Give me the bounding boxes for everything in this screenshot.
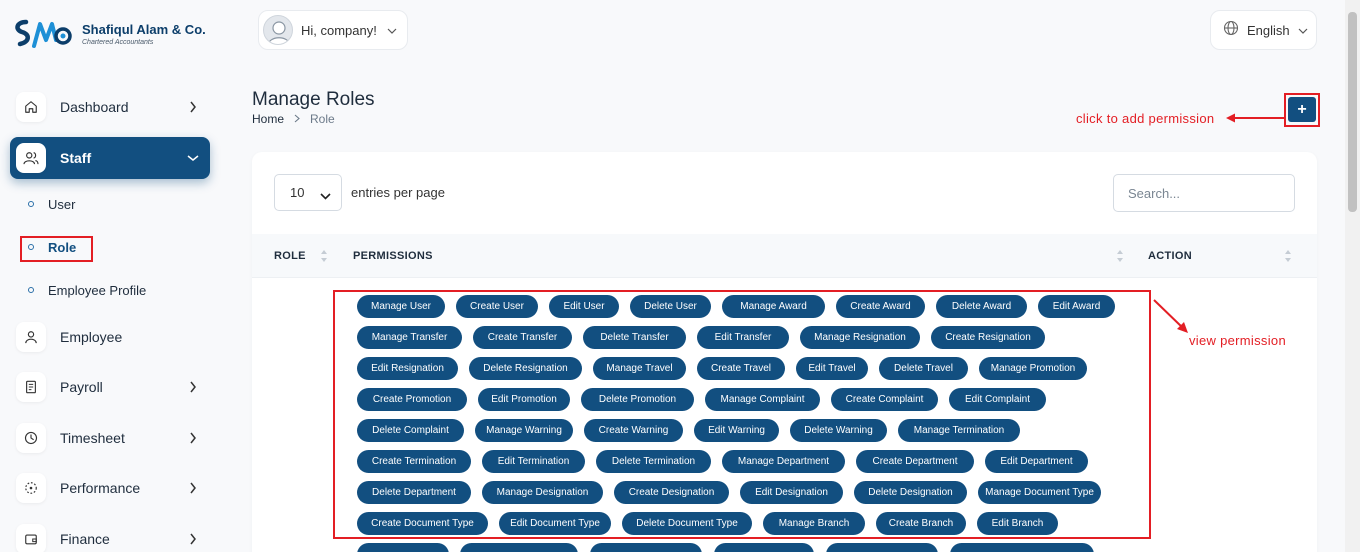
chevron-right-icon	[186, 101, 200, 113]
sidebar-item-label: Dashboard	[60, 99, 129, 115]
sidebar-subitem-user[interactable]: User	[28, 193, 75, 215]
search-input[interactable]	[1113, 174, 1295, 212]
annotation-arrow-icon	[1153, 299, 1188, 333]
permission-badge-partial	[460, 543, 578, 552]
permission-badge-partial	[826, 543, 938, 552]
entries-label: entries per page	[351, 185, 445, 200]
chevron-right-icon	[186, 533, 200, 545]
sidebar-item-payroll[interactable]: Payroll	[10, 366, 210, 408]
gauge-icon	[16, 473, 46, 503]
sort-icon[interactable]	[1116, 248, 1124, 264]
logo-mark-icon	[15, 19, 72, 48]
permission-badge-partial	[714, 543, 814, 552]
bullet-icon	[28, 201, 34, 207]
permissions-highlight-box	[333, 290, 1151, 539]
home-icon	[16, 92, 46, 122]
sidebar-item-label: Performance	[60, 480, 141, 496]
table-header: ROLE PERMISSIONS ACTION	[252, 234, 1317, 278]
chevron-down-icon	[1298, 21, 1308, 39]
user-icon	[16, 322, 46, 352]
entries-value: 10	[290, 185, 305, 200]
avatar	[263, 15, 293, 45]
sidebar-subitem-label: User	[48, 196, 76, 212]
globe-icon	[1223, 20, 1239, 41]
breadcrumb-home[interactable]: Home	[252, 112, 284, 126]
scrollbar-thumb[interactable]	[1348, 12, 1357, 212]
language-label: English	[1247, 22, 1290, 38]
sidebar-item-timesheet[interactable]: Timesheet	[10, 417, 210, 459]
chevron-down-icon	[387, 21, 397, 39]
receipt-icon	[16, 372, 46, 402]
chevron-right-icon	[186, 381, 200, 393]
permission-badge-partial	[950, 543, 1094, 552]
permission-badge-partial	[590, 543, 702, 552]
entries-per-page-select[interactable]: 10	[274, 174, 342, 211]
role-highlight-box	[20, 236, 93, 262]
sidebar-subitem-employee-profile[interactable]: Employee Profile	[28, 279, 146, 301]
sidebar-item-performance[interactable]: Performance	[10, 467, 210, 509]
users-icon	[16, 143, 46, 173]
bullet-icon	[28, 287, 34, 293]
page-scrollbar[interactable]	[1345, 0, 1360, 552]
sidebar-item-label: Timesheet	[60, 430, 125, 446]
chevron-down-icon	[186, 154, 200, 162]
annotation-arrow-icon	[1226, 113, 1284, 123]
brand-logo[interactable]: Shafiqul Alam & Co. Chartered Accountant…	[12, 16, 206, 52]
sidebar-subitem-label: Employee Profile	[48, 282, 147, 298]
wallet-icon	[16, 524, 46, 552]
chevron-down-icon	[320, 188, 331, 203]
sidebar-item-label: Staff	[60, 150, 92, 166]
sidebar-item-dashboard[interactable]: Dashboard	[10, 86, 210, 128]
sidebar-item-finance[interactable]: Finance	[10, 518, 210, 552]
column-header-permissions[interactable]: PERMISSIONS	[353, 250, 433, 262]
brand-title: Shafiqul Alam & Co.	[82, 22, 206, 37]
column-header-action[interactable]: ACTION	[1148, 250, 1192, 262]
brand-subtitle: Chartered Accountants	[82, 39, 154, 46]
clock-icon	[16, 423, 46, 453]
breadcrumb-current: Role	[310, 112, 335, 126]
sidebar-item-label: Payroll	[60, 379, 103, 395]
column-header-role[interactable]: ROLE	[274, 250, 306, 262]
annotation-view-permission: view permission	[1189, 333, 1286, 348]
user-menu[interactable]: Hi, company!	[258, 10, 408, 50]
add-button-highlight-box	[1284, 93, 1320, 127]
sidebar-item-label: Finance	[60, 531, 110, 547]
language-selector[interactable]: English	[1210, 10, 1317, 50]
sidebar-item-staff[interactable]: Staff	[10, 137, 210, 179]
sidebar-item-label: Employee	[60, 329, 123, 345]
sort-icon[interactable]	[320, 248, 328, 264]
sort-icon[interactable]	[1284, 248, 1292, 264]
permission-badge-partial	[357, 543, 449, 552]
user-greeting: Hi, company!	[301, 22, 377, 38]
sidebar-item-employee[interactable]: Employee	[10, 316, 210, 358]
page-title: Manage Roles	[252, 89, 375, 110]
breadcrumb: Home Role	[252, 112, 335, 126]
chevron-right-icon	[186, 482, 200, 494]
annotation-add-permission: click to add permission	[1076, 111, 1215, 126]
sidebar: Shafiqul Alam & Co. Chartered Accountant…	[0, 0, 222, 552]
chevron-right-icon	[186, 432, 200, 444]
chevron-right-icon	[294, 112, 300, 126]
